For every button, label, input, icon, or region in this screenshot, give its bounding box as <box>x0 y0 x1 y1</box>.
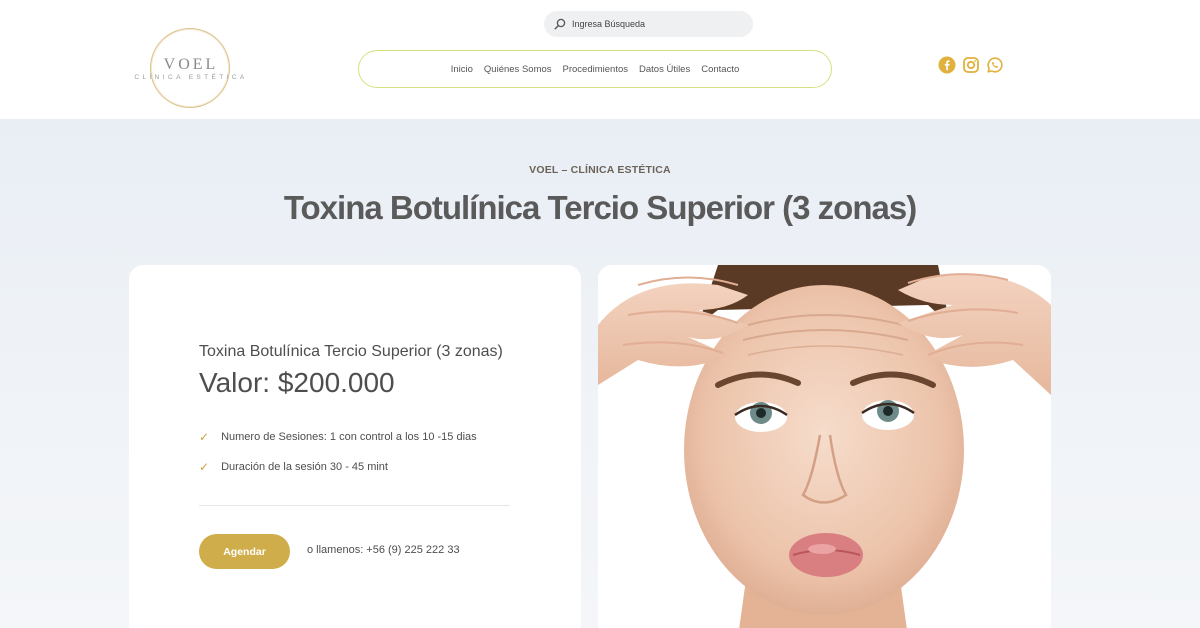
check-icon: ✓ <box>199 460 210 474</box>
logo-wordmark: VOEL <box>163 56 219 73</box>
treatment-card <box>129 265 581 628</box>
logo[interactable]: VOEL CLÍNICA ESTÉTICA <box>126 28 256 110</box>
feature-text: Numero de Sesiones: 1 con control a los … <box>221 431 477 443</box>
logo-tagline: CLÍNICA ESTÉTICA <box>134 74 248 81</box>
search-input[interactable] <box>572 19 742 29</box>
feature-item: ✓ Numero de Sesiones: 1 con control a lo… <box>199 430 477 444</box>
feature-item: ✓ Duración de la sesión 30 - 45 mint <box>199 460 388 474</box>
page-title: Toxina Botulínica Tercio Superior (3 zon… <box>283 189 917 226</box>
divider <box>199 505 510 506</box>
nav-item-contacto[interactable]: Contacto <box>701 64 739 75</box>
search-icon <box>554 18 566 30</box>
nav-item-quienes-somos[interactable]: Quiénes Somos <box>484 64 552 75</box>
treatment-name: Toxina Botulínica Tercio Superior (3 zon… <box>199 343 503 360</box>
instagram-icon[interactable] <box>962 56 980 74</box>
face-illustration <box>598 265 1051 628</box>
feature-text: Duración de la sesión 30 - 45 mint <box>221 461 388 473</box>
treatment-photo <box>598 265 1051 628</box>
nav-item-datos-utiles[interactable]: Datos Útiles <box>639 64 690 75</box>
site-header: VOEL CLÍNICA ESTÉTICA Inicio Quiénes Som… <box>0 0 1200 119</box>
main-nav: Inicio Quiénes Somos Procedimientos Dato… <box>358 50 832 88</box>
agendar-button[interactable]: Agendar <box>199 534 290 569</box>
search-bar[interactable] <box>544 11 753 37</box>
treatment-price: Valor: $200.000 <box>199 367 395 398</box>
nav-item-inicio[interactable]: Inicio <box>451 64 473 75</box>
whatsapp-icon[interactable] <box>986 56 1004 74</box>
phone-contact[interactable]: o llamenos: +56 (9) 225 222 33 <box>307 544 460 556</box>
facebook-icon[interactable] <box>938 56 956 74</box>
breadcrumb-eyebrow: VOEL – CLÍNICA ESTÉTICA <box>529 164 671 176</box>
check-icon: ✓ <box>199 430 210 444</box>
nav-item-procedimientos[interactable]: Procedimientos <box>563 64 628 75</box>
social-links <box>938 56 1004 74</box>
